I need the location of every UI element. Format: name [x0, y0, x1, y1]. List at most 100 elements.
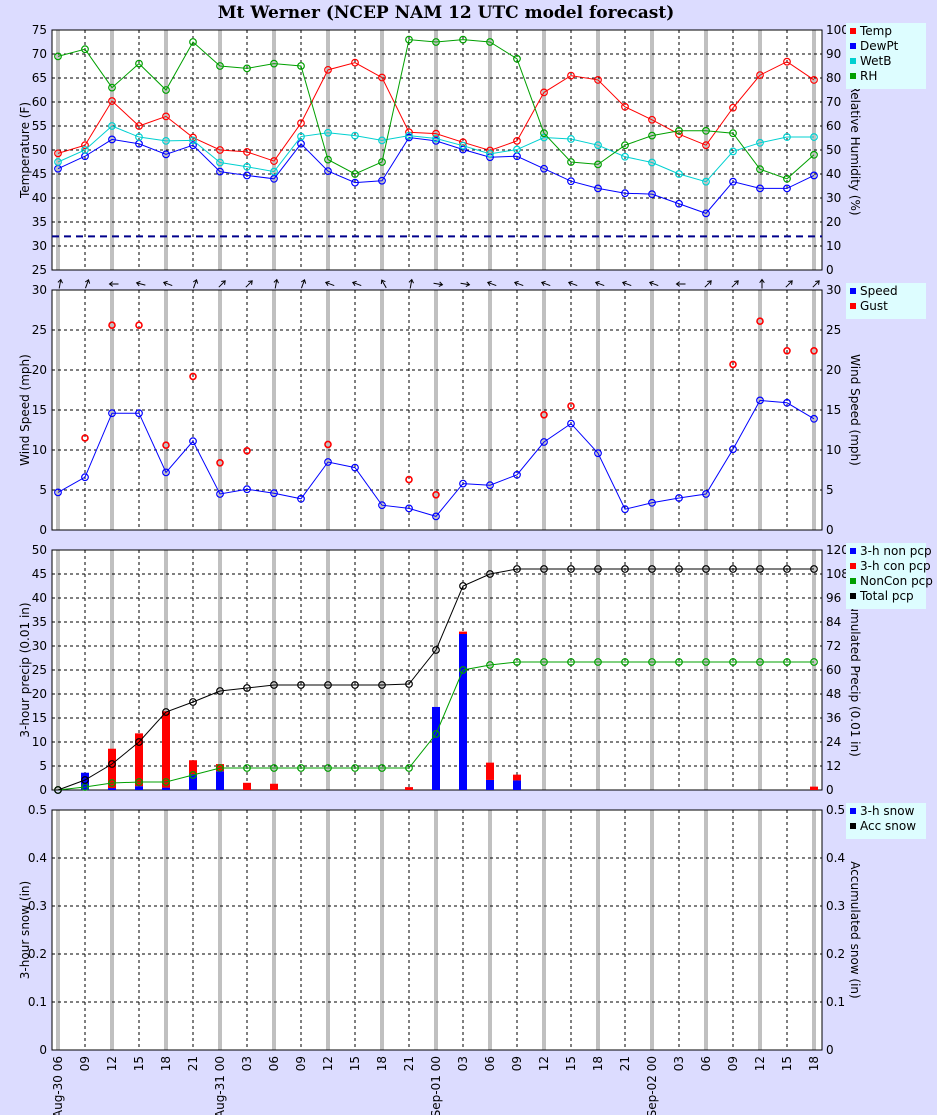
- y2-axis-label: Accumulated Precip (0.01 in): [848, 583, 862, 757]
- legend-swatch: [850, 563, 856, 569]
- y2-tick-label: 120: [826, 543, 849, 557]
- y-tick-label: 0: [39, 1043, 47, 1057]
- x-tick-label: 03: [672, 1056, 686, 1071]
- bar-non-pcp: [513, 780, 521, 790]
- chart-title: Mt Werner (NCEP NAM 12 UTC model forecas…: [218, 3, 675, 23]
- y-tick-label: 25: [32, 663, 47, 677]
- legend-swatch: [850, 288, 856, 294]
- legend-swatch: [850, 58, 856, 64]
- chart-panels: 2530354045505560657075010203040506070809…: [18, 23, 933, 1115]
- wind-direction-arrow: [594, 280, 605, 287]
- panel-precip: 0 5 10 15 20 25 30 35 40 45 50 0 12 24 36 48 60 72 84 96 108…: [18, 543, 933, 797]
- wind-direction-arrow: [192, 278, 199, 289]
- x-tick-label: 12: [105, 1056, 119, 1071]
- wind-direction-arrow: [245, 280, 253, 288]
- legend-label: RH: [860, 69, 877, 83]
- x-tick-label: 09: [78, 1056, 92, 1071]
- wind-direction-arrow: [785, 280, 793, 288]
- y2-tick-label: 12: [826, 759, 841, 773]
- bar-non-pcp: [162, 787, 170, 790]
- y2-tick-label: 100: [826, 23, 849, 37]
- wind-direction-arrow: [273, 278, 279, 289]
- x-tick-label: 18: [375, 1056, 389, 1071]
- x-tick-label: 03: [240, 1056, 254, 1071]
- y-tick-label: 30: [32, 639, 47, 653]
- x-tick-label: 09: [726, 1056, 740, 1071]
- legend-swatch: [850, 808, 856, 814]
- x-tick-label: 06: [699, 1056, 713, 1071]
- bar-con-pcp: [243, 782, 251, 790]
- wind-direction-arrow: [759, 278, 765, 289]
- y2-tick-label: 0: [826, 783, 834, 797]
- y-tick-label: 0.5: [28, 803, 47, 817]
- x-tick-label: Sep-02 00: [645, 1056, 659, 1115]
- legend-label: 3-h con pcp: [860, 559, 931, 573]
- y2-tick-label: 90: [826, 47, 841, 61]
- y-tick-label: 25: [32, 323, 47, 337]
- y-tick-label: 0.4: [28, 851, 47, 865]
- y2-tick-label: 0: [826, 1043, 834, 1057]
- bar-non-pcp: [486, 779, 494, 790]
- x-tick-label: 12: [537, 1056, 551, 1071]
- wind-direction-arrow: [324, 280, 335, 287]
- y-tick-label: 60: [32, 95, 47, 109]
- x-axis: Aug-30 06 09 12 15 18 21 Aug-31 00 03 06 09 12 15 18…: [51, 1056, 821, 1115]
- bar-non-pcp: [135, 786, 143, 790]
- y-tick-label: 65: [32, 71, 47, 85]
- legend-label: NonCon pcp: [860, 574, 933, 588]
- legend-swatch: [850, 303, 856, 309]
- y2-tick-label: 24: [826, 735, 841, 749]
- y2-tick-label: 0.1: [826, 995, 845, 1009]
- wind-direction-arrow: [380, 279, 387, 289]
- legend-swatch: [850, 43, 856, 49]
- legend-label: Speed: [860, 284, 898, 298]
- legend-label: Temp: [859, 24, 892, 38]
- y-tick-label: 25: [32, 263, 47, 277]
- y-tick-label: 10: [32, 735, 47, 749]
- x-tick-label: 21: [402, 1056, 416, 1071]
- y-tick-label: 20: [32, 363, 47, 377]
- panel-temperature: 25 30 35 40 45 50 55 60 65 70 75 0 10 20 30 40 50 60 70 80 9…: [18, 23, 926, 277]
- x-tick-label: 18: [807, 1056, 821, 1071]
- wind-direction-arrow: [513, 280, 524, 287]
- bar-non-pcp: [432, 706, 440, 790]
- x-tick-label: Sep-01 00: [429, 1056, 443, 1115]
- y-tick-label: 70: [32, 47, 47, 61]
- legend-label: 3-h snow: [860, 804, 915, 818]
- y2-tick-label: 60: [826, 119, 841, 133]
- y-tick-label: 5: [39, 483, 47, 497]
- y2-tick-label: 60: [826, 663, 841, 677]
- y2-tick-label: 70: [826, 95, 841, 109]
- y2-tick-label: 80: [826, 71, 841, 85]
- y-axis-label: 3-hour snow (in): [18, 881, 32, 979]
- meteogram: Mt Werner (NCEP NAM 12 UTC model forecas…: [18, 3, 933, 1115]
- legend-label: WetB: [860, 54, 891, 68]
- y-axis-label: Wind Speed (mph): [18, 354, 32, 466]
- x-tick-label: Aug-31 00: [213, 1056, 227, 1115]
- y-tick-label: 50: [32, 543, 47, 557]
- y-tick-label: 75: [32, 23, 47, 37]
- legend-label: Acc snow: [860, 819, 916, 833]
- panel-wind: 0 5 10 15 20 25 30 0 5 10 15 20 25 30 Wind Speed (mph)…: [18, 278, 926, 537]
- y2-tick-label: 10: [826, 239, 841, 253]
- y-tick-label: 40: [32, 591, 47, 605]
- y2-tick-label: 36: [826, 711, 841, 725]
- x-tick-label: 12: [753, 1056, 767, 1071]
- x-tick-label: 06: [483, 1056, 497, 1071]
- legend-swatch: [850, 28, 856, 34]
- x-tick-label: 21: [618, 1056, 632, 1071]
- legend-label: Total pcp: [859, 589, 914, 603]
- y-tick-label: 45: [32, 167, 47, 181]
- y-tick-label: 50: [32, 143, 47, 157]
- wind-direction-arrow: [675, 281, 686, 287]
- wind-direction-arrow: [433, 281, 444, 287]
- x-tick-label: 18: [159, 1056, 173, 1071]
- wind-direction-arrow: [408, 278, 414, 289]
- bar-non-pcp: [108, 788, 116, 790]
- x-tick-label: Aug-30 06: [51, 1056, 65, 1115]
- x-tick-label: 03: [456, 1056, 470, 1071]
- bar-non-pcp: [216, 771, 224, 790]
- y-tick-label: 45: [32, 567, 47, 581]
- bar-con-pcp: [162, 711, 170, 788]
- bar-con-pcp: [513, 774, 521, 781]
